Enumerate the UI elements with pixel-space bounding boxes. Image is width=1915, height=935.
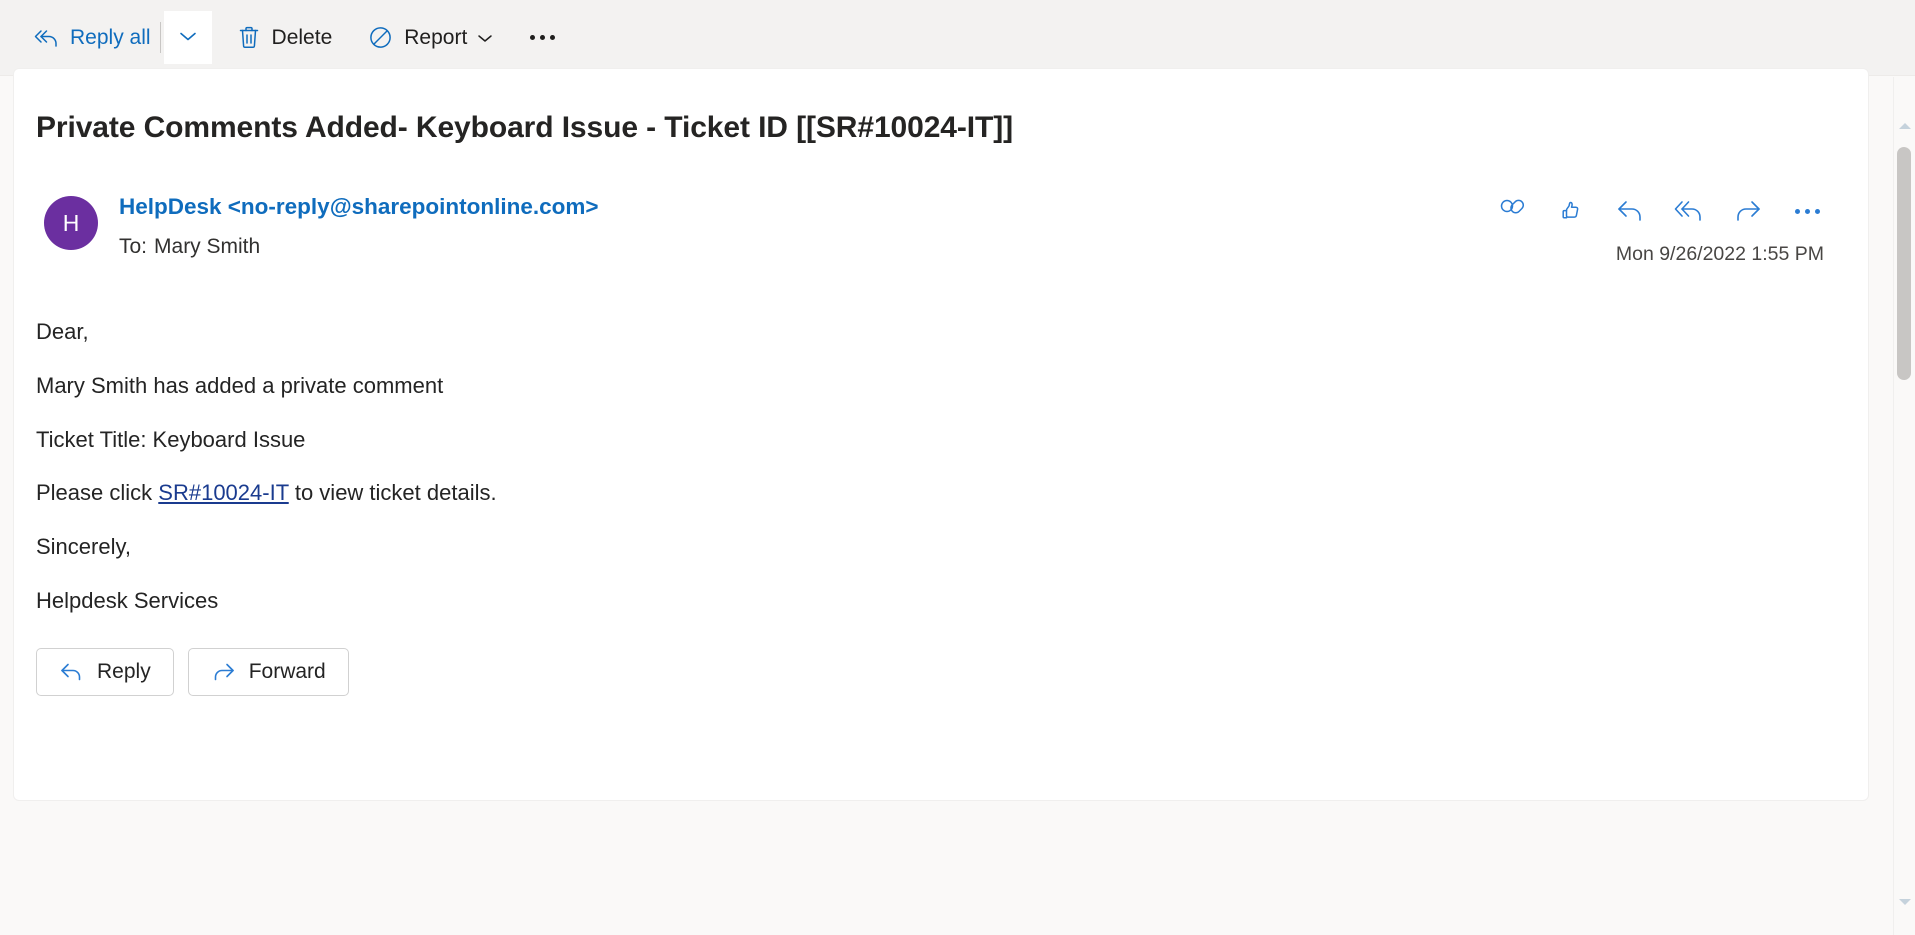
command-bar: Reply all Delete Report	[0, 0, 1915, 76]
report-button[interactable]: Report	[357, 13, 505, 63]
vertical-scrollbar[interactable]	[1893, 77, 1915, 935]
recipient-name[interactable]: Mary Smith	[154, 235, 260, 258]
page-title: Private Comments Added- Keyboard Issue -…	[36, 111, 1013, 144]
recipient-line: To: Mary Smith	[119, 235, 260, 259]
body-signature: Helpdesk Services	[36, 588, 219, 614]
body-comment-line: Mary Smith has added a private comment	[36, 372, 444, 398]
chevron-down-icon	[476, 32, 494, 44]
block-icon	[368, 25, 393, 50]
triangle-down	[1899, 899, 1911, 905]
reply-icon	[59, 661, 85, 683]
reply-icon[interactable]	[1613, 194, 1647, 228]
to-label: To:	[119, 235, 148, 258]
reply-button[interactable]: Reply	[36, 648, 174, 696]
message-body: Dear, Mary Smith has added a private com…	[36, 319, 1846, 615]
triangle-up	[1899, 123, 1911, 129]
click-suffix: to view ticket details.	[288, 480, 497, 506]
click-prefix: Please click	[36, 480, 159, 506]
scroll-down-arrow-icon[interactable]	[1894, 891, 1915, 913]
body-ticket-title: Ticket Title: Keyboard Issue	[36, 426, 306, 452]
more-horizontal-icon[interactable]	[1790, 194, 1824, 228]
reply-all-dropdown-button[interactable]	[159, 11, 212, 64]
ticket-link[interactable]: SR#10024-IT	[158, 480, 288, 505]
body-greeting: Dear,	[36, 319, 89, 344]
message-footer-actions: Reply Forward	[36, 648, 349, 696]
more-options-button[interactable]	[519, 15, 565, 61]
more-dots	[1794, 208, 1820, 214]
message-header: H HelpDesk <no-reply@sharepointonline.co…	[36, 194, 1846, 268]
reply-all-icon	[33, 26, 59, 50]
report-label: Report	[404, 26, 468, 49]
forward-icon	[211, 661, 237, 683]
delete-label: Delete	[271, 26, 333, 49]
forward-button[interactable]: Forward	[187, 648, 349, 696]
message-header-actions	[1495, 194, 1824, 228]
scrollbar-thumb[interactable]	[1897, 147, 1911, 380]
forward-icon[interactable]	[1731, 194, 1765, 228]
reply-all-label: Reply all	[70, 26, 151, 49]
trash-icon	[237, 25, 261, 50]
body-closing: Sincerely,	[36, 534, 131, 560]
sender-address[interactable]: HelpDesk <no-reply@sharepointonline.com>	[119, 194, 599, 220]
reply-all-icon[interactable]	[1672, 194, 1706, 228]
message-timestamp: Mon 9/26/2022 1:55 PM	[1615, 243, 1824, 265]
reply-all-button[interactable]: Reply all	[22, 13, 162, 63]
more-horizontal-icon	[529, 35, 555, 40]
body-click-line: Please click SR#10024-IT to view ticket …	[36, 480, 1846, 507]
chevron-down-icon	[178, 29, 198, 46]
thumbs-up-icon[interactable]	[1554, 194, 1588, 228]
scroll-up-arrow-icon[interactable]	[1894, 115, 1915, 137]
reactions-icon[interactable]	[1495, 194, 1529, 228]
delete-button[interactable]: Delete	[226, 13, 344, 63]
reply-button-label: Reply	[97, 660, 151, 683]
avatar: H	[44, 196, 98, 250]
forward-button-label: Forward	[248, 660, 326, 683]
message-reading-pane: Private Comments Added- Keyboard Issue -…	[13, 68, 1869, 801]
